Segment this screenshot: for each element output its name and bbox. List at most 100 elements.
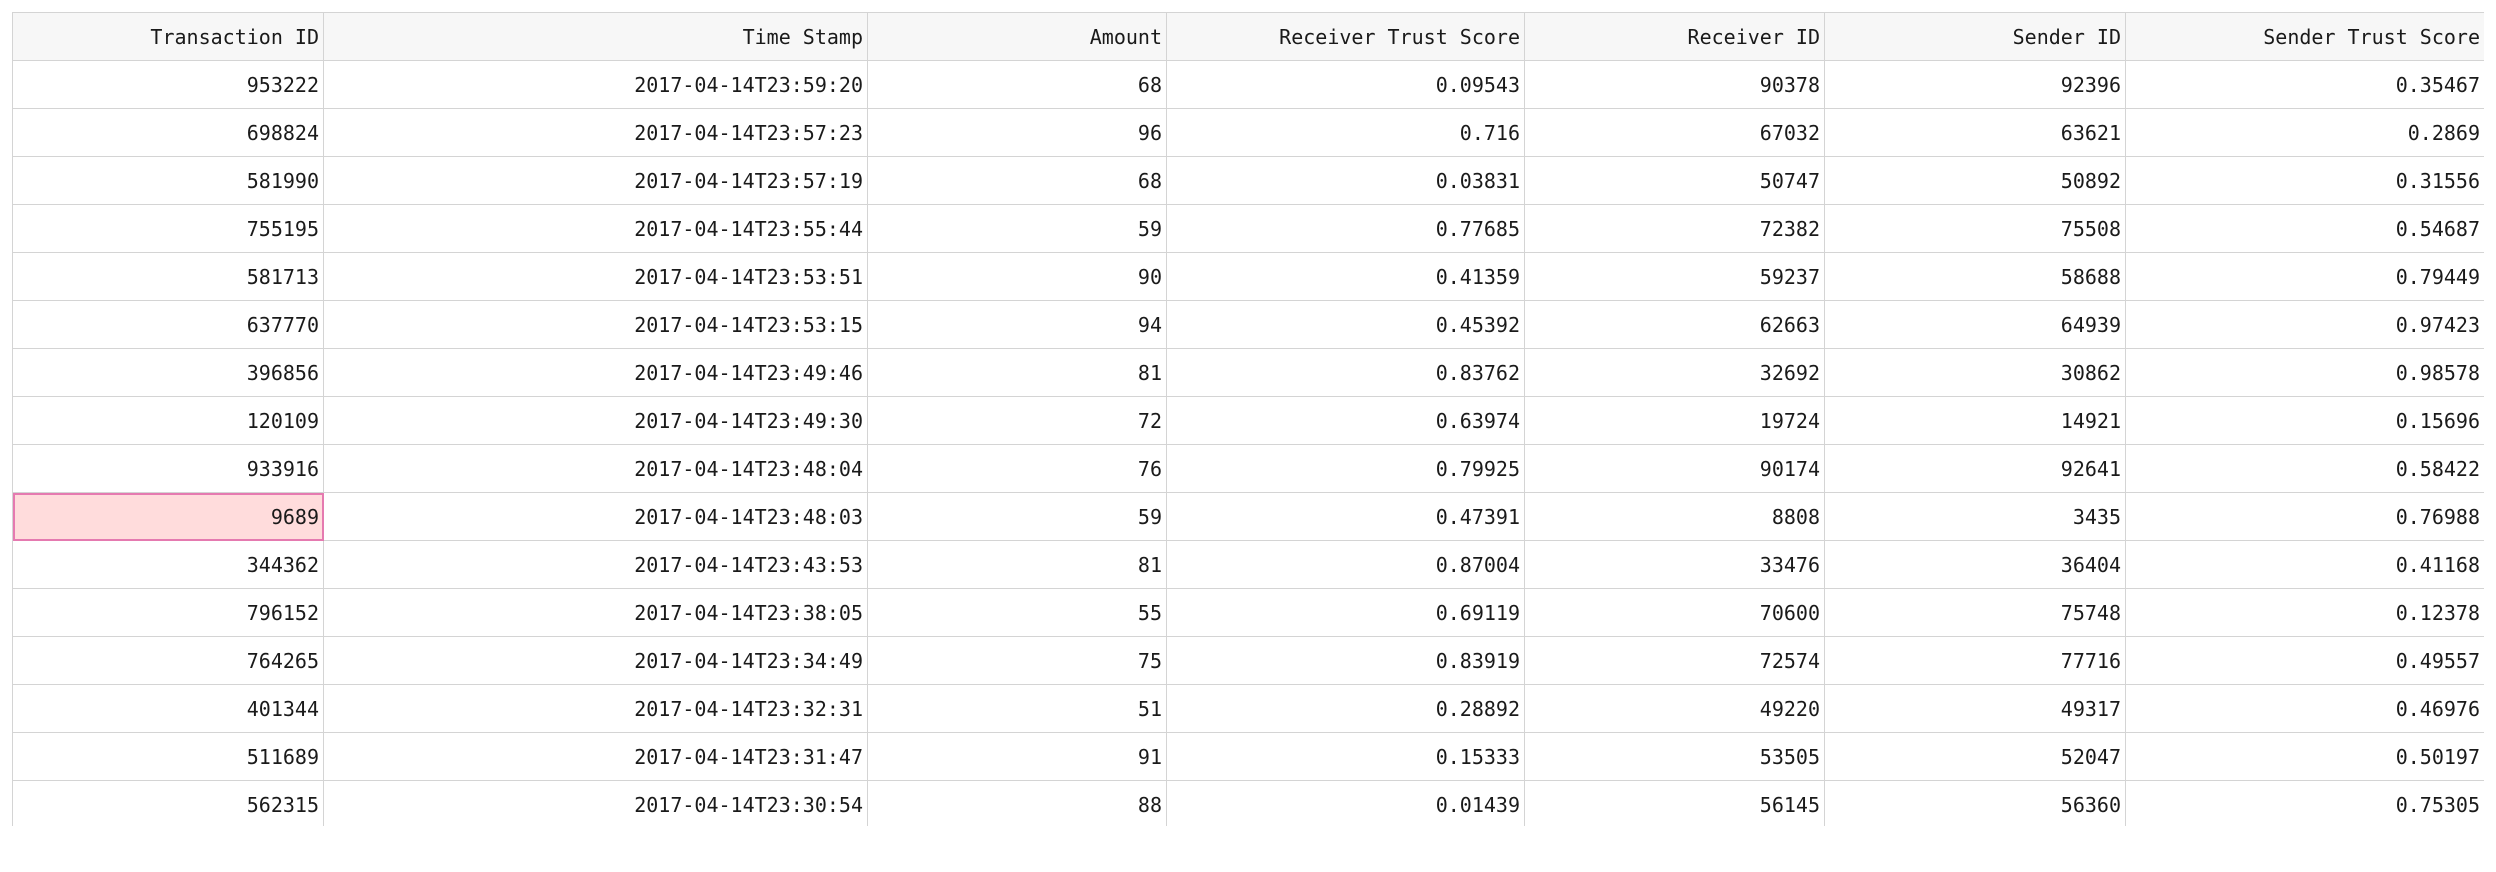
cell-sender-trust-score[interactable]: 0.12378 bbox=[2125, 588, 2484, 637]
cell-amount[interactable]: 59 bbox=[867, 492, 1167, 541]
cell-receiver-id[interactable]: 56145 bbox=[1524, 780, 1825, 826]
table-row[interactable]: 698824 2017-04-14T23:57:23 96 0.716 67032 636… bbox=[12, 108, 2484, 157]
cell-time-stamp[interactable]: 2017-04-14T23:49:46 bbox=[323, 348, 868, 397]
table-row[interactable]: 581713 2017-04-14T23:53:51 90 0.41359 59237 5… bbox=[12, 252, 2484, 301]
data-grid[interactable]: Transaction ID Time Stamp Amount Receive… bbox=[12, 12, 2484, 826]
cell-transaction-id[interactable]: 401344 bbox=[12, 684, 324, 733]
cell-amount[interactable]: 72 bbox=[867, 396, 1167, 445]
cell-transaction-id[interactable]: 764265 bbox=[12, 636, 324, 685]
column-header-time-stamp[interactable]: Time Stamp bbox=[323, 12, 868, 61]
cell-amount[interactable]: 55 bbox=[867, 588, 1167, 637]
cell-sender-id[interactable]: 77716 bbox=[1824, 636, 2126, 685]
cell-transaction-id[interactable]: 933916 bbox=[12, 444, 324, 493]
column-header-transaction-id[interactable]: Transaction ID bbox=[12, 12, 324, 61]
cell-sender-id[interactable]: 75508 bbox=[1824, 204, 2126, 253]
cell-sender-id[interactable]: 52047 bbox=[1824, 732, 2126, 781]
cell-sender-trust-score[interactable]: 0.98578 bbox=[2125, 348, 2484, 397]
cell-transaction-id[interactable]: 637770 bbox=[12, 300, 324, 349]
cell-receiver-trust-score[interactable]: 0.01439 bbox=[1166, 780, 1525, 826]
column-header-sender-trust-score[interactable]: Sender Trust Score bbox=[2125, 12, 2484, 61]
cell-sender-trust-score[interactable]: 0.41168 bbox=[2125, 540, 2484, 589]
cell-time-stamp[interactable]: 2017-04-14T23:49:30 bbox=[323, 396, 868, 445]
cell-sender-trust-score[interactable]: 0.35467 bbox=[2125, 60, 2484, 109]
cell-receiver-trust-score[interactable]: 0.47391 bbox=[1166, 492, 1525, 541]
cell-amount[interactable]: 94 bbox=[867, 300, 1167, 349]
cell-transaction-id[interactable]: 396856 bbox=[12, 348, 324, 397]
cell-time-stamp[interactable]: 2017-04-14T23:57:23 bbox=[323, 108, 868, 157]
cell-amount[interactable]: 96 bbox=[867, 108, 1167, 157]
cell-sender-id[interactable]: 58688 bbox=[1824, 252, 2126, 301]
cell-receiver-id[interactable]: 72574 bbox=[1524, 636, 1825, 685]
cell-receiver-id[interactable]: 62663 bbox=[1524, 300, 1825, 349]
cell-receiver-trust-score[interactable]: 0.83762 bbox=[1166, 348, 1525, 397]
cell-receiver-trust-score[interactable]: 0.69119 bbox=[1166, 588, 1525, 637]
cell-receiver-trust-score[interactable]: 0.79925 bbox=[1166, 444, 1525, 493]
cell-receiver-trust-score[interactable]: 0.41359 bbox=[1166, 252, 1525, 301]
table-row[interactable]: 953222 2017-04-14T23:59:20 68 0.09543 90378 9… bbox=[12, 60, 2484, 109]
cell-receiver-id[interactable]: 19724 bbox=[1524, 396, 1825, 445]
cell-amount[interactable]: 76 bbox=[867, 444, 1167, 493]
cell-transaction-id[interactable]: 344362 bbox=[12, 540, 324, 589]
cell-receiver-trust-score[interactable]: 0.63974 bbox=[1166, 396, 1525, 445]
column-header-receiver-trust-score[interactable]: Receiver Trust Score bbox=[1166, 12, 1525, 61]
cell-receiver-trust-score[interactable]: 0.09543 bbox=[1166, 60, 1525, 109]
cell-sender-trust-score[interactable]: 0.76988 bbox=[2125, 492, 2484, 541]
cell-time-stamp[interactable]: 2017-04-14T23:43:53 bbox=[323, 540, 868, 589]
cell-sender-id[interactable]: 75748 bbox=[1824, 588, 2126, 637]
cell-receiver-id[interactable]: 70600 bbox=[1524, 588, 1825, 637]
cell-sender-trust-score[interactable]: 0.54687 bbox=[2125, 204, 2484, 253]
cell-receiver-trust-score[interactable]: 0.28892 bbox=[1166, 684, 1525, 733]
cell-time-stamp[interactable]: 2017-04-14T23:48:03 bbox=[323, 492, 868, 541]
table-row[interactable]: 933916 2017-04-14T23:48:04 76 0.79925 90174 9… bbox=[12, 444, 2484, 493]
cell-receiver-id[interactable]: 32692 bbox=[1524, 348, 1825, 397]
table-row[interactable]: 581990 2017-04-14T23:57:19 68 0.03831 50747 5… bbox=[12, 156, 2484, 205]
table-row[interactable]: 755195 2017-04-14T23:55:44 59 0.77685 72382 7… bbox=[12, 204, 2484, 253]
table-row[interactable]: 511689 2017-04-14T23:31:47 91 0.15333 53505 5… bbox=[12, 732, 2484, 781]
cell-transaction-id[interactable]: 953222 bbox=[12, 60, 324, 109]
table-row[interactable]: 637770 2017-04-14T23:53:15 94 0.45392 62663 6… bbox=[12, 300, 2484, 349]
cell-amount[interactable]: 68 bbox=[867, 60, 1167, 109]
table-row[interactable]: 344362 2017-04-14T23:43:53 81 0.87004 33476 3… bbox=[12, 540, 2484, 589]
cell-amount[interactable]: 81 bbox=[867, 348, 1167, 397]
cell-transaction-id[interactable]: 698824 bbox=[12, 108, 324, 157]
cell-receiver-trust-score[interactable]: 0.45392 bbox=[1166, 300, 1525, 349]
cell-sender-id[interactable]: 63621 bbox=[1824, 108, 2126, 157]
cell-amount[interactable]: 90 bbox=[867, 252, 1167, 301]
cell-amount[interactable]: 75 bbox=[867, 636, 1167, 685]
cell-amount[interactable]: 88 bbox=[867, 780, 1167, 826]
table-row[interactable]: 562315 2017-04-14T23:30:54 88 0.01439 56145 5… bbox=[12, 780, 2484, 826]
cell-sender-trust-score[interactable]: 0.97423 bbox=[2125, 300, 2484, 349]
cell-sender-trust-score[interactable]: 0.15696 bbox=[2125, 396, 2484, 445]
cell-receiver-id[interactable]: 50747 bbox=[1524, 156, 1825, 205]
cell-time-stamp[interactable]: 2017-04-14T23:38:05 bbox=[323, 588, 868, 637]
cell-sender-trust-score[interactable]: 0.2869 bbox=[2125, 108, 2484, 157]
cell-transaction-id[interactable]: 581990 bbox=[12, 156, 324, 205]
cell-receiver-trust-score[interactable]: 0.03831 bbox=[1166, 156, 1525, 205]
cell-receiver-trust-score[interactable]: 0.716 bbox=[1166, 108, 1525, 157]
cell-sender-id[interactable]: 36404 bbox=[1824, 540, 2126, 589]
column-header-receiver-id[interactable]: Receiver ID bbox=[1524, 12, 1825, 61]
column-header-sender-id[interactable]: Sender ID bbox=[1824, 12, 2126, 61]
cell-receiver-id[interactable]: 53505 bbox=[1524, 732, 1825, 781]
cell-amount[interactable]: 68 bbox=[867, 156, 1167, 205]
cell-sender-id[interactable]: 49317 bbox=[1824, 684, 2126, 733]
cell-receiver-trust-score[interactable]: 0.83919 bbox=[1166, 636, 1525, 685]
cell-receiver-trust-score[interactable]: 0.87004 bbox=[1166, 540, 1525, 589]
column-header-amount[interactable]: Amount bbox=[867, 12, 1167, 61]
cell-sender-trust-score[interactable]: 0.31556 bbox=[2125, 156, 2484, 205]
cell-amount[interactable]: 59 bbox=[867, 204, 1167, 253]
cell-amount[interactable]: 91 bbox=[867, 732, 1167, 781]
cell-receiver-id[interactable]: 49220 bbox=[1524, 684, 1825, 733]
cell-sender-id[interactable]: 64939 bbox=[1824, 300, 2126, 349]
cell-sender-id[interactable]: 30862 bbox=[1824, 348, 2126, 397]
table-row[interactable]: 796152 2017-04-14T23:38:05 55 0.69119 70600 7… bbox=[12, 588, 2484, 637]
cell-transaction-id[interactable]: 562315 bbox=[12, 780, 324, 826]
cell-amount[interactable]: 51 bbox=[867, 684, 1167, 733]
cell-sender-trust-score[interactable]: 0.58422 bbox=[2125, 444, 2484, 493]
cell-time-stamp[interactable]: 2017-04-14T23:57:19 bbox=[323, 156, 868, 205]
cell-transaction-id[interactable]: 581713 bbox=[12, 252, 324, 301]
cell-time-stamp[interactable]: 2017-04-14T23:30:54 bbox=[323, 780, 868, 826]
cell-time-stamp[interactable]: 2017-04-14T23:55:44 bbox=[323, 204, 868, 253]
table-row[interactable]: 120109 2017-04-14T23:49:30 72 0.63974 19724 1… bbox=[12, 396, 2484, 445]
cell-sender-id[interactable]: 3435 bbox=[1824, 492, 2126, 541]
